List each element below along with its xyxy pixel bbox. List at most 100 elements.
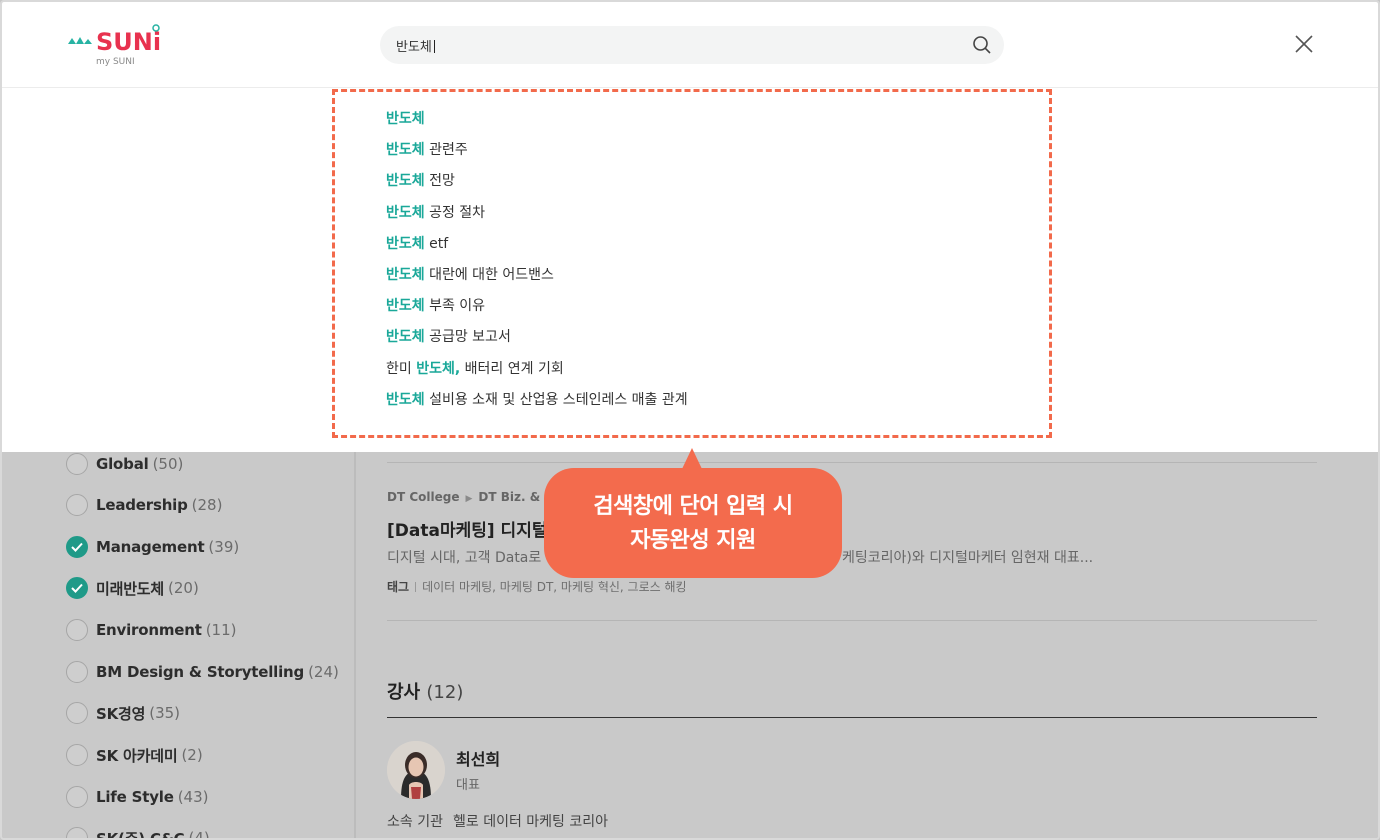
suggestion-highlight: 반도체 xyxy=(386,236,425,252)
filter-count: (43) xyxy=(177,788,209,806)
suggestion-suffix: 공급망 보고서 xyxy=(424,329,511,345)
filter-count: (50) xyxy=(152,455,184,473)
filter-label: Life Style xyxy=(96,788,174,806)
autocomplete-item[interactable]: 반도체 설비용 소재 및 산업용 스테인레스 매출 관계 xyxy=(386,390,688,410)
callout-pointer xyxy=(682,448,702,469)
autocomplete-dropdown: 반도체 반도체 관련주 반도체 전망 반도체 공정 절차 반도체 etf 반도체… xyxy=(332,89,1052,438)
autocomplete-item[interactable]: 반도체 xyxy=(386,109,425,129)
suggestion-suffix: 대란에 대한 어드밴스 xyxy=(424,267,554,283)
autocomplete-item[interactable]: 반도체 전망 xyxy=(386,171,455,191)
instructor-organization: 소속 기관 헬로 데이터 마케팅 코리아 xyxy=(387,811,608,831)
filter-item[interactable]: Life Style (43) xyxy=(66,785,209,809)
filter-count: (2) xyxy=(181,746,203,764)
callout-line-2: 자동완성 지원 xyxy=(630,528,756,553)
suggestion-highlight: 반도체 xyxy=(386,142,425,158)
filter-count: (20) xyxy=(168,579,199,597)
suggestion-suffix: 부족 이유 xyxy=(424,298,486,314)
tags-separator xyxy=(415,582,417,592)
filter-label: Environment xyxy=(96,621,202,639)
search-input[interactable]: 반도체 xyxy=(396,36,436,55)
checkbox-icon[interactable] xyxy=(66,453,88,475)
instructor-name[interactable]: 최선희 xyxy=(456,746,500,770)
filter-count: (24) xyxy=(308,663,339,681)
filter-item[interactable]: 미래반도체 (20) xyxy=(66,576,199,600)
filter-count: (11) xyxy=(205,621,237,639)
checkbox-icon[interactable] xyxy=(66,619,88,641)
filter-item[interactable]: BM Design & Storytelling (24) xyxy=(66,660,339,684)
close-icon[interactable] xyxy=(1294,34,1314,54)
section-divider xyxy=(387,717,1317,718)
filter-count: (35) xyxy=(149,704,181,722)
annotation-callout: 검색창에 단어 입력 시 자동완성 지원 xyxy=(544,468,842,578)
suggestion-highlight: 반도체, xyxy=(416,361,461,377)
suggestion-highlight: 반도체 xyxy=(386,298,425,314)
filter-count: (4) xyxy=(188,829,210,840)
suggestion-suffix: 설비용 소재 및 산업용 스테인레스 매출 관계 xyxy=(424,392,688,408)
suggestion-highlight: 반도체 xyxy=(386,267,425,283)
search-input-value: 반도체 xyxy=(396,40,432,55)
avatar[interactable] xyxy=(387,741,445,799)
checkbox-icon[interactable] xyxy=(66,744,88,766)
suggestion-suffix: 배터리 연계 기회 xyxy=(460,361,564,377)
autocomplete-item[interactable]: 반도체 etf xyxy=(386,234,448,254)
filter-item[interactable]: Environment (11) xyxy=(66,618,236,642)
checkbox-icon[interactable] xyxy=(66,702,88,724)
course-description-tail: 케팅코리아)와 디지털마케터 임현재 대표... xyxy=(842,550,1094,566)
header-divider xyxy=(2,87,1378,88)
suggestion-highlight: 반도체 xyxy=(386,392,425,408)
search-header-panel: SUNi my SUNI 반도체 반도체 반도체 관련주 반도체 전망 반도체 … xyxy=(2,2,1378,452)
suggestion-suffix: 공정 절차 xyxy=(424,205,486,221)
checkbox-icon[interactable] xyxy=(66,494,88,516)
search-bar[interactable]: 반도체 xyxy=(380,26,1004,64)
checkbox-checked-icon[interactable] xyxy=(66,536,88,558)
suggestion-highlight: 반도체 xyxy=(386,205,425,221)
filter-label: Management xyxy=(96,538,205,556)
filter-item[interactable]: Global (50) xyxy=(66,452,183,476)
suggestion-suffix: 전망 xyxy=(424,173,455,189)
suggestion-suffix: 관련주 xyxy=(424,142,468,158)
callout-line-1: 검색창에 단어 입력 시 xyxy=(593,494,793,519)
checkbox-icon[interactable] xyxy=(66,661,88,683)
filter-item[interactable]: SK(주) C&C (4) xyxy=(66,826,210,840)
instructor-section-title: 강사 (12) xyxy=(387,678,463,704)
instructor-heading: 강사 xyxy=(387,682,421,703)
autocomplete-item[interactable]: 반도체 공급망 보고서 xyxy=(386,327,511,347)
autocomplete-item[interactable]: 반도체 부족 이유 xyxy=(386,296,485,316)
autocomplete-item[interactable]: 반도체 공정 절차 xyxy=(386,203,485,223)
checkbox-icon[interactable] xyxy=(66,786,88,808)
callout-text: 검색창에 단어 입력 시 자동완성 지원 xyxy=(544,490,842,558)
instructor-count: (12) xyxy=(426,682,464,703)
filter-label: SK(주) C&C xyxy=(96,829,185,840)
filter-item[interactable]: SK경영 (35) xyxy=(66,701,180,725)
divider xyxy=(387,462,1317,463)
instructor-role: 대표 xyxy=(456,778,480,793)
checkbox-icon[interactable] xyxy=(66,827,88,838)
column-divider xyxy=(354,452,356,838)
suggestion-suffix: etf xyxy=(424,236,449,252)
filter-item[interactable]: SK 아카데미 (2) xyxy=(66,743,203,767)
filter-item[interactable]: Leadership (28) xyxy=(66,493,222,517)
suggestion-prefix: 한미 xyxy=(386,361,417,377)
autocomplete-item[interactable]: 반도체 관련주 xyxy=(386,140,468,160)
course-breadcrumb: DT College ▶ DT Biz. & Im xyxy=(387,490,561,504)
filter-item[interactable]: Management (39) xyxy=(66,535,239,559)
org-value: 헬로 데이터 마케팅 코리아 xyxy=(452,814,609,830)
search-icon[interactable] xyxy=(972,35,992,55)
breadcrumb-college[interactable]: DT College xyxy=(387,490,459,504)
course-title[interactable]: [Data마케팅] 디지털 채 xyxy=(387,516,569,541)
filter-count: (28) xyxy=(191,496,223,514)
checkbox-checked-icon[interactable] xyxy=(66,577,88,599)
divider xyxy=(387,620,1317,621)
filter-label: Leadership xyxy=(96,496,188,514)
filter-label: BM Design & Storytelling xyxy=(96,663,305,681)
course-tags: 태그 데이터 마케팅, 마케팅 DT, 마케팅 혁신, 그로스 해킹 xyxy=(387,578,687,595)
suggestion-highlight: 반도체 xyxy=(386,111,425,127)
autocomplete-item[interactable]: 한미 반도체, 배터리 연계 기회 xyxy=(386,359,564,379)
app-frame: Global (50) Leadership (28) Management (… xyxy=(0,0,1380,840)
filter-label: SK 아카데미 xyxy=(96,746,178,765)
suni-logo[interactable]: SUNi my SUNI xyxy=(66,24,166,68)
tags-list: 데이터 마케팅, 마케팅 DT, 마케팅 혁신, 그로스 해킹 xyxy=(422,580,687,594)
filter-label: SK경영 xyxy=(96,704,146,723)
filter-label: Global xyxy=(96,455,149,473)
autocomplete-item[interactable]: 반도체 대란에 대한 어드밴스 xyxy=(386,265,554,285)
